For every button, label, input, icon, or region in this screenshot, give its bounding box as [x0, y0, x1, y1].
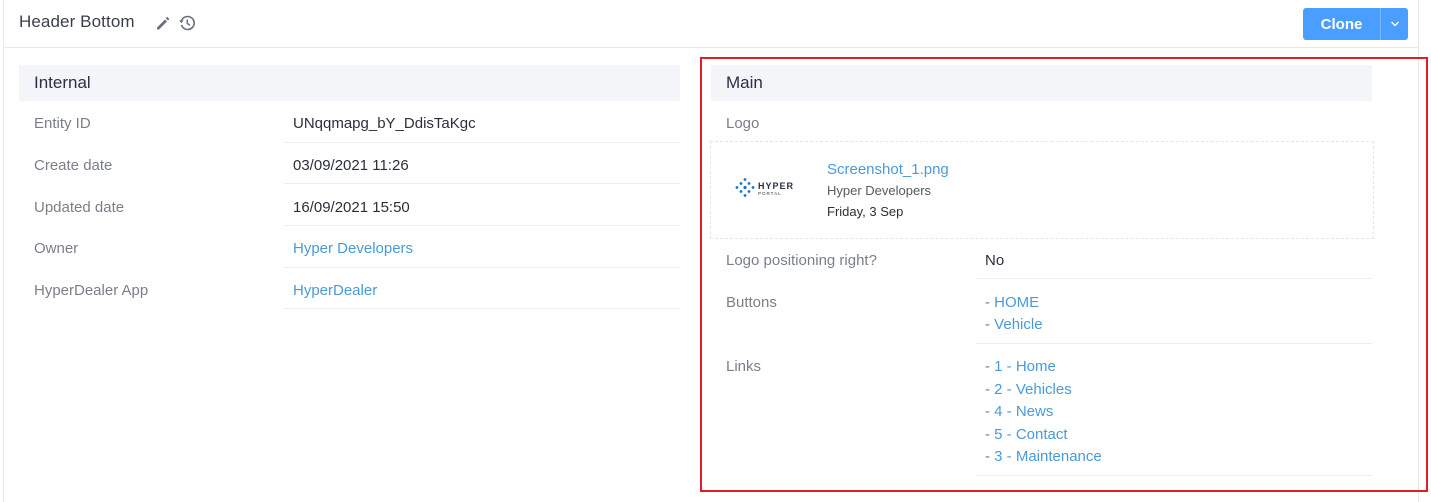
pencil-icon[interactable]	[154, 14, 172, 32]
highlight-box	[700, 57, 1428, 492]
create-date-label: Create date	[34, 157, 113, 174]
owner-link[interactable]: Hyper Developers	[293, 240, 413, 257]
hyperdealer-app-link[interactable]: HyperDealer	[293, 282, 377, 299]
entity-id-value: UNqqmapg_bY_DdisTaKgc	[293, 115, 476, 132]
updated-date-label: Updated date	[34, 199, 125, 216]
owner-label: Owner	[34, 240, 79, 257]
row-divider	[284, 267, 680, 268]
history-icon[interactable]	[178, 14, 196, 32]
entity-id-label: Entity ID	[34, 115, 91, 132]
chevron-down-icon	[1390, 15, 1400, 33]
row-divider	[284, 308, 680, 309]
create-date-value: 03/09/2021 11:26	[293, 157, 409, 174]
hyperdealer-app-label: HyperDealer App	[34, 282, 149, 299]
row-divider	[284, 183, 680, 184]
clone-dropdown-toggle[interactable]	[1380, 8, 1408, 40]
top-bar: Header Bottom	[3, 0, 1419, 48]
clone-button[interactable]: Clone	[1303, 8, 1380, 40]
clone-button-group: Clone	[1303, 8, 1408, 40]
row-divider	[284, 142, 680, 143]
row-divider	[284, 225, 680, 226]
internal-section-header: Internal	[19, 65, 680, 101]
updated-date-value: 16/09/2021 15:50	[293, 199, 410, 216]
page-title: Header Bottom	[19, 12, 135, 31]
